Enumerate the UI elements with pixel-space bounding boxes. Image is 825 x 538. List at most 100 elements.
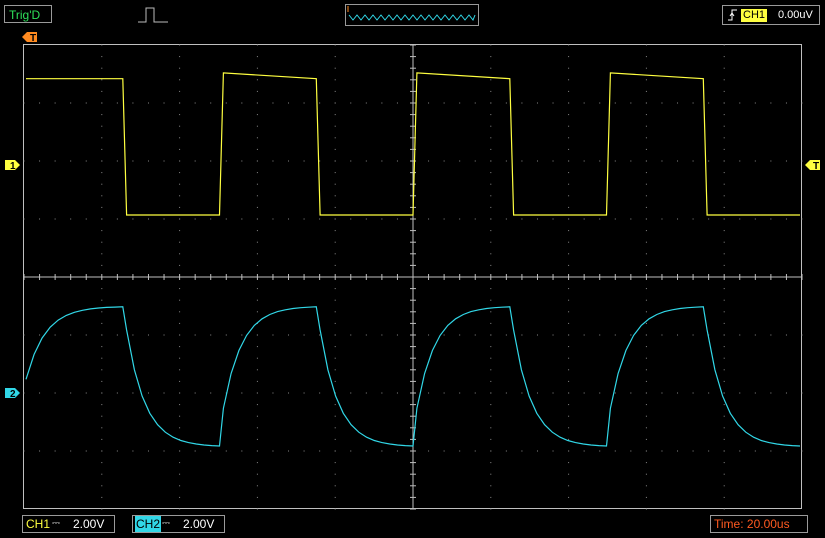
grid-dot [179, 288, 181, 290]
grid-dot [474, 334, 476, 336]
grid-dot [723, 79, 725, 81]
grid-dot [443, 218, 445, 220]
grid-dot [583, 334, 585, 336]
grid-dot [490, 462, 492, 464]
grid-dot [599, 102, 601, 104]
grid-dot [723, 380, 725, 382]
grid-dot [225, 450, 227, 452]
trigger-position-marker: T [22, 32, 37, 44]
grid-dot [645, 357, 647, 359]
grid-dot [256, 415, 258, 417]
grid-dot [179, 450, 181, 452]
grid-dot [677, 160, 679, 162]
grid-dot [723, 137, 725, 139]
grid-dot [179, 322, 181, 324]
grid-dot [303, 160, 305, 162]
grid-dot [241, 450, 243, 452]
grid-dot [319, 450, 321, 452]
grid-dot [396, 102, 398, 104]
ch2-scale-box[interactable]: CH2 ⎓ 2.00V [132, 515, 225, 533]
grid-dot [708, 450, 710, 452]
grid-dot [801, 334, 803, 336]
grid-dot [443, 334, 445, 336]
grid-dot [179, 67, 181, 69]
grid-dot [288, 102, 290, 104]
grid-dot [614, 450, 616, 452]
grid-dot [645, 346, 647, 348]
grid-dot [179, 44, 181, 46]
grid-dot [179, 311, 181, 313]
grid-dot [723, 311, 725, 313]
grid-dot [70, 334, 72, 336]
grid-dot [101, 218, 103, 220]
grid-dot [101, 172, 103, 174]
grid-dot [536, 334, 538, 336]
grid-dot [645, 404, 647, 406]
grid-dot [101, 160, 103, 162]
grid-dot [785, 160, 787, 162]
grid-dot [179, 114, 181, 116]
grid-dot [568, 206, 570, 208]
grid-dot [490, 299, 492, 301]
grid-dot [101, 404, 103, 406]
grid-dot [614, 218, 616, 220]
grid-dot [490, 380, 492, 382]
grid-dot [474, 102, 476, 104]
grid-dot [723, 195, 725, 197]
grid-dot [163, 218, 165, 220]
grid-dot [179, 125, 181, 127]
timebase[interactable]: Time: 20.00us [710, 515, 808, 533]
grid-dot [256, 392, 258, 394]
grid-dot [101, 90, 103, 92]
ch1-scale-box[interactable]: CH1 ⎓ 2.00V [22, 515, 115, 533]
grid-dot [645, 369, 647, 371]
grid-dot [723, 56, 725, 58]
grid-dot [630, 160, 632, 162]
grid-dot [334, 102, 336, 104]
grid-dot [661, 450, 663, 452]
grid-dot [490, 334, 492, 336]
grid-dot [490, 172, 492, 174]
grid-dot [645, 44, 647, 46]
grid-dot [490, 114, 492, 116]
grid-dot [568, 322, 570, 324]
grid-dot [568, 369, 570, 371]
grid-dot [396, 334, 398, 336]
grid-dot [754, 392, 756, 394]
grid-dot [179, 392, 181, 394]
grid-dot [241, 218, 243, 220]
grid-dot [39, 450, 41, 452]
grid-dot [661, 102, 663, 104]
grid-dot [490, 288, 492, 290]
grid-dot [101, 79, 103, 81]
grid-dot [116, 450, 118, 452]
grid-dot [770, 218, 772, 220]
grid-dot [443, 450, 445, 452]
grid-dot [552, 102, 554, 104]
grid-dot [101, 288, 103, 290]
grid-dot [334, 137, 336, 139]
grid-dot [505, 450, 507, 452]
grid-dot [179, 148, 181, 150]
grid-dot [723, 44, 725, 46]
grid-dot [552, 334, 554, 336]
grid-dot [568, 67, 570, 69]
grid-dot [723, 218, 725, 220]
grid-dot [334, 206, 336, 208]
grid-dot [194, 102, 196, 104]
grid-dot [334, 67, 336, 69]
grid-dot [381, 160, 383, 162]
grid-dot [54, 392, 56, 394]
grid-dot [490, 496, 492, 498]
grid-dot [256, 357, 258, 359]
grid-dot [505, 334, 507, 336]
grid-dot [723, 288, 725, 290]
grid-dot [490, 102, 492, 104]
grid-dot [708, 392, 710, 394]
grid-dot [101, 299, 103, 301]
grid-dot [754, 450, 756, 452]
grid-dot [568, 137, 570, 139]
grid-dot [645, 230, 647, 232]
grid-dot [801, 102, 803, 104]
grid-dot [319, 334, 321, 336]
